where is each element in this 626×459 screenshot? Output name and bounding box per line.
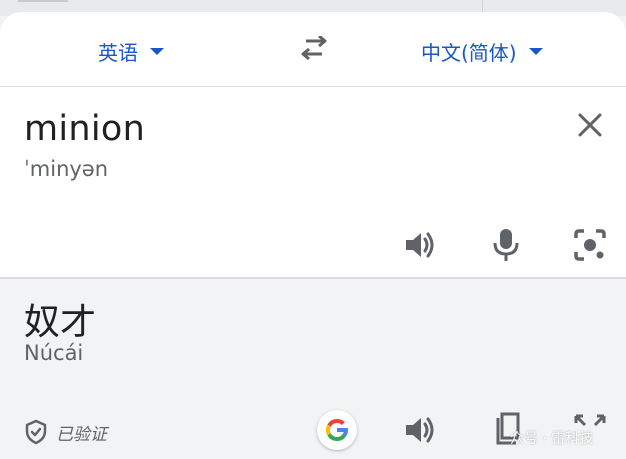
shield-check-icon bbox=[25, 419, 47, 445]
translation-text: 奴才 bbox=[24, 302, 97, 343]
caret-down-icon bbox=[528, 47, 543, 55]
source-language-label: 英语 bbox=[98, 40, 138, 65]
translate-card: 英语 中文(简体) minion ˈminyən 奴才 Núcái 已验证 bbox=[0, 12, 626, 459]
source-language-selector[interactable]: 英语 bbox=[98, 36, 164, 66]
target-language-selector[interactable]: 中文(简体) bbox=[421, 36, 543, 66]
swap-arrows-icon[interactable] bbox=[296, 34, 332, 64]
verified-badge[interactable]: 已验证 bbox=[24, 419, 107, 445]
source-text[interactable]: minion bbox=[24, 109, 145, 149]
close-icon[interactable] bbox=[572, 107, 608, 143]
language-bar: 英语 中文(简体) bbox=[0, 12, 626, 86]
speaker-icon[interactable] bbox=[400, 225, 440, 265]
source-panel[interactable]: minion ˈminyən bbox=[0, 87, 626, 277]
source-phonetic: ˈminyən bbox=[24, 157, 109, 181]
mic-icon[interactable] bbox=[486, 225, 526, 265]
google-g-icon[interactable] bbox=[317, 410, 357, 450]
top-tab-indicator bbox=[18, 0, 68, 2]
caret-down-icon bbox=[150, 47, 164, 55]
verified-label: 已验证 bbox=[56, 424, 107, 445]
speaker-icon[interactable] bbox=[400, 410, 440, 450]
target-language-label: 中文(简体) bbox=[421, 40, 517, 65]
translation-romanization: Núcái bbox=[24, 341, 84, 365]
watermark: 众号 · 雷科技 bbox=[510, 431, 594, 447]
camera-lens-icon[interactable] bbox=[570, 225, 610, 265]
